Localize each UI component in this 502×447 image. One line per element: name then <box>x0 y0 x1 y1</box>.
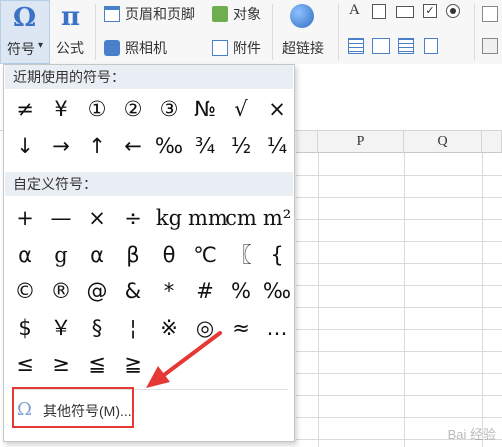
watermark: Bai 经验 <box>447 427 496 442</box>
annotation-arrow <box>146 331 222 388</box>
